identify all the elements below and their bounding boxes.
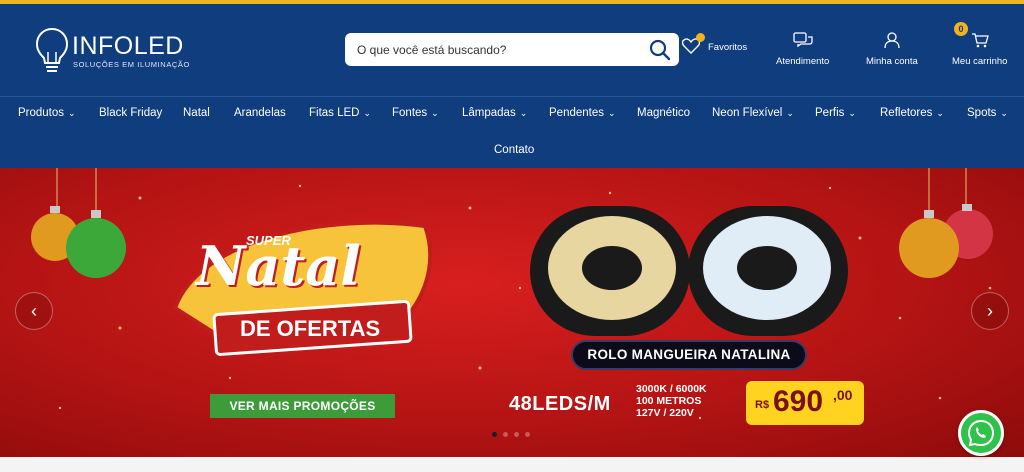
nav-item-refletores[interactable]: Refletores ⌄	[880, 107, 944, 119]
nav-item-neon-flexivel[interactable]: Neon Flexível ⌄	[712, 107, 794, 119]
favorites-label: Favoritos	[708, 42, 748, 53]
spec-length: 100 METROS	[636, 395, 702, 407]
chevron-down-icon: ⌄	[519, 107, 528, 118]
page-below-banner	[0, 457, 1024, 472]
price-box: R$ 690 ,00	[746, 381, 864, 425]
product-specs: 3000K / 6000K 100 METROS 127V / 220V	[636, 383, 707, 419]
nav-item-perfis[interactable]: Perfis ⌄	[815, 107, 856, 119]
price-currency: R$	[755, 399, 770, 411]
nav-item-arandelas[interactable]: Arandelas	[234, 107, 286, 119]
nav-label: Spots	[967, 107, 997, 119]
nav-label: Fontes	[392, 107, 428, 119]
leds-per-meter: 48LEDS/M	[509, 393, 611, 415]
service-link[interactable]: Atendimento	[776, 32, 829, 67]
service-label: Atendimento	[776, 56, 830, 67]
product-name-badge: ROLO MANGUEIRA NATALINA	[571, 340, 807, 370]
nav-divider	[0, 96, 1024, 97]
account-link[interactable]: Minha conta	[866, 32, 918, 67]
nav-item-fitas-led[interactable]: Fitas LED ⌄	[309, 107, 371, 119]
cart-count-badge: 0	[954, 22, 968, 36]
nav-item-magnetico[interactable]: Magnético	[637, 107, 690, 119]
nav-item-pendentes[interactable]: Pendentes ⌄	[549, 107, 616, 119]
chevron-down-icon: ⌄	[363, 107, 372, 118]
nav-item-spots[interactable]: Spots ⌄	[967, 107, 1008, 119]
spec-color-temp: 3000K / 6000K	[636, 383, 707, 395]
headline-natal: Natal	[196, 234, 361, 298]
price-integer: 690	[773, 385, 824, 418]
search-icon[interactable]	[649, 39, 671, 66]
nav-item-produtos[interactable]: Produtos ⌄	[18, 107, 76, 119]
nav-label: Refletores	[880, 107, 933, 119]
spec-voltage: 127V / 220V	[636, 407, 694, 419]
chevron-down-icon: ⌄	[1000, 107, 1008, 118]
whatsapp-button[interactable]	[958, 410, 1004, 456]
nav-item-fontes[interactable]: Fontes ⌄	[392, 107, 439, 119]
user-icon	[883, 32, 901, 51]
nav-label: Natal	[183, 107, 210, 119]
chevron-right-icon: ›	[987, 301, 993, 321]
account-label: Minha conta	[866, 56, 918, 67]
brand-name: INFOLED	[72, 32, 184, 60]
nav-label: Black Friday	[99, 107, 163, 119]
chevron-down-icon: ⌄	[68, 107, 76, 118]
hero-banner[interactable]: SUPER Natal DE OFERTAS VER MAIS PROMOÇÕE…	[0, 168, 1024, 457]
search-input[interactable]	[357, 33, 647, 66]
brand-tagline: Soluções em Iluminação	[73, 60, 190, 69]
chevron-down-icon: ⌄	[936, 107, 944, 118]
price-cents: ,00	[833, 387, 853, 403]
nav-label: Perfis	[815, 107, 845, 119]
nav-label: Contato	[494, 144, 535, 156]
chat-icon	[793, 32, 813, 51]
see-more-promotions-button[interactable]: VER MAIS PROMOÇÕES	[210, 394, 395, 418]
search-bar	[345, 33, 679, 66]
carousel-dots	[492, 432, 530, 437]
logo[interactable]: INFOLED Soluções em Iluminação	[34, 26, 194, 74]
lightbulb-icon	[35, 27, 69, 72]
chevron-left-icon: ‹	[31, 301, 37, 321]
nav-item-natal[interactable]: Natal	[183, 107, 210, 119]
nav-label: Neon Flexível	[712, 107, 783, 119]
site-header: INFOLED Soluções em Iluminação Favoritos…	[0, 4, 1024, 168]
favorites-badge	[696, 33, 705, 42]
nav-label: Lâmpadas	[462, 107, 516, 119]
chevron-down-icon: ⌄	[786, 107, 794, 118]
nav-item-black-friday[interactable]: Black Friday	[99, 107, 162, 119]
cart-label: Meu carrinho	[952, 56, 1008, 67]
nav-label: Produtos	[18, 107, 65, 119]
carousel-dot[interactable]	[525, 432, 530, 437]
nav-item-lampadas[interactable]: Lâmpadas ⌄	[462, 107, 527, 119]
headline-de-ofertas: DE OFERTAS	[240, 316, 381, 341]
nav-label: Arandelas	[234, 107, 286, 119]
cart-icon	[971, 32, 989, 51]
carousel-dot[interactable]	[514, 432, 519, 437]
carousel-next-button[interactable]: ›	[971, 292, 1009, 330]
nav-item-contato[interactable]: Contato	[494, 144, 534, 156]
chevron-down-icon: ⌄	[608, 107, 616, 118]
carousel-dot[interactable]	[503, 432, 508, 437]
carousel-prev-button[interactable]: ‹	[15, 292, 53, 330]
chevron-down-icon: ⌄	[848, 107, 856, 118]
chevron-down-icon: ⌄	[431, 107, 439, 118]
favorites-link[interactable]: Favoritos	[681, 33, 748, 57]
carousel-dot[interactable]	[492, 432, 497, 437]
nav-label: Fitas LED	[309, 107, 360, 119]
cart-link[interactable]: Meu carrinho	[952, 32, 1007, 67]
nav-label: Magnético	[637, 107, 691, 119]
whatsapp-icon	[961, 419, 1001, 457]
nav-label: Pendentes	[549, 107, 604, 119]
